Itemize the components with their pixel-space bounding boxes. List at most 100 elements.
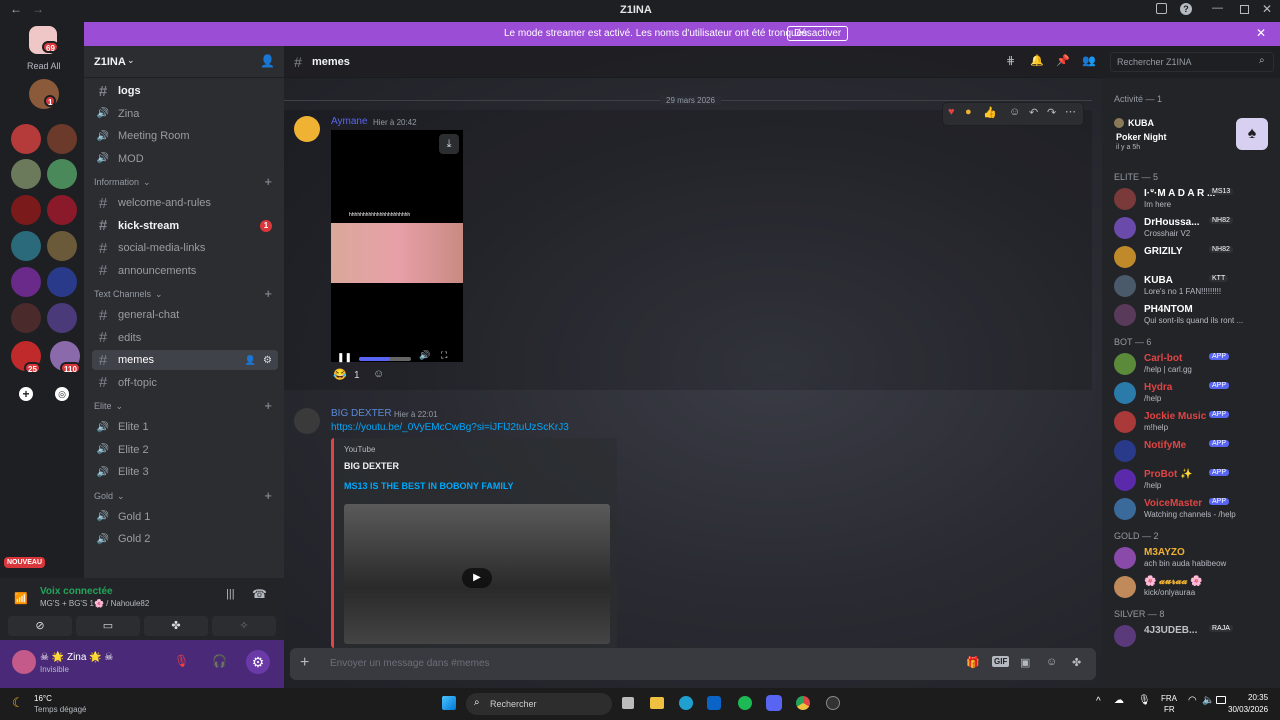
download-icon[interactable]: ⤓ <box>439 134 459 154</box>
outlook-icon[interactable] <box>707 696 721 710</box>
language-2[interactable]: FR <box>1164 705 1175 714</box>
add-member-icon[interactable]: 👤 <box>260 54 275 68</box>
read-all-label[interactable]: Read All <box>27 61 61 71</box>
add-reaction-icon[interactable]: ☺ <box>373 368 384 380</box>
battery-icon[interactable] <box>1216 696 1226 704</box>
video-progress[interactable] <box>359 357 411 361</box>
file-explorer-icon[interactable] <box>650 697 664 709</box>
author-avatar[interactable] <box>294 408 320 434</box>
gear-icon[interactable]: ⚙ <box>263 355 272 366</box>
back-arrow-icon[interactable]: ← <box>10 2 22 16</box>
channel-item[interactable]: # edits <box>92 328 278 348</box>
close-window-icon[interactable]: ✕ <box>1262 2 1272 16</box>
server-icon[interactable] <box>11 231 41 261</box>
channel-item[interactable]: # kick-stream 1 <box>92 216 278 236</box>
channel-item[interactable]: 🔊 Gold 2 <box>92 529 278 549</box>
help-icon[interactable]: ? <box>1180 3 1192 15</box>
server-icon[interactable] <box>11 303 41 333</box>
gif-icon[interactable]: GIF <box>992 656 1010 667</box>
member-item[interactable]: KUBA KTT Lore's no 1 FAN!!!!!!!!! <box>1114 273 1274 299</box>
windows-start-icon[interactable] <box>442 696 456 710</box>
chrome-icon[interactable] <box>796 696 810 710</box>
channel-item[interactable]: 🔊 Elite 3 <box>92 462 278 482</box>
deafen-icon[interactable]: 🎧 <box>212 654 227 668</box>
clock-time[interactable]: 20:35 <box>1248 693 1268 702</box>
clock-date[interactable]: 30/03/2026 <box>1228 705 1268 714</box>
channel-item[interactable]: # welcome-and-rules <box>92 193 278 213</box>
video-player[interactable]: ⤓ hhhhhhhhhhhhhhhhhhhhhh ❚❚ 🔊 ⛶ <box>331 130 463 362</box>
channel-item[interactable]: 🔊 Elite 2 <box>92 440 278 460</box>
channel-item[interactable]: # social-media-links <box>92 238 278 258</box>
channel-item[interactable]: 🔊 Zina <box>92 104 278 124</box>
more-icon[interactable]: ⋯ <box>1065 105 1076 118</box>
author-avatar[interactable] <box>294 116 320 142</box>
inbox-icon[interactable] <box>1156 3 1167 14</box>
disable-streamer-button[interactable]: Désactiver <box>787 26 849 41</box>
video-thumbnail[interactable]: ▶ <box>344 504 610 644</box>
server-icon[interactable] <box>47 231 77 261</box>
mute-icon[interactable]: 🎙 <box>174 654 189 668</box>
create-channel-icon[interactable]: + <box>264 174 272 189</box>
add-reaction-icon[interactable]: ☺ <box>1009 106 1020 118</box>
network-icon[interactable]: ☁ <box>1114 695 1124 706</box>
mic-tray-icon[interactable]: 🎙 <box>1138 695 1151 706</box>
upload-plus-icon[interactable]: + <box>300 654 309 672</box>
apps-icon[interactable]: ✤ <box>1072 656 1081 669</box>
server-icon[interactable] <box>47 159 77 189</box>
search-icon[interactable]: ⌕ <box>1259 55 1265 66</box>
settings-gear-icon[interactable]: ⚙ <box>246 650 270 674</box>
forward-arrow-icon[interactable]: → <box>32 2 44 16</box>
sticker-icon[interactable]: ▣ <box>1020 656 1030 669</box>
add-server-icon[interactable]: + <box>19 387 33 401</box>
activities-icon[interactable]: ✤ <box>144 616 208 636</box>
member-item[interactable]: M3AYZO ach bin auda habibeow <box>1114 545 1274 571</box>
voice-channel[interactable]: MG'S + BG'S 1🌸 / Nahoule82 <box>40 599 149 608</box>
volume-tray-icon[interactable]: 🔈 <box>1202 695 1214 706</box>
channel-item[interactable]: # general-chat <box>92 305 278 325</box>
emoji-icon[interactable]: ☺ <box>1046 656 1057 668</box>
message-author[interactable]: Aymane <box>331 116 368 127</box>
member-item[interactable]: NotifyMe APP <box>1114 438 1274 464</box>
screen-share-icon[interactable]: ▭ <box>76 616 140 636</box>
fullscreen-icon[interactable]: ⛶ <box>441 350 447 361</box>
channel-category[interactable]: Elite ⌄ <box>94 401 123 412</box>
member-item[interactable]: I·ᐡ·M A D A R ... MS13 Im here <box>1114 186 1274 212</box>
maximize-icon[interactable] <box>1240 5 1249 14</box>
search-input[interactable]: Rechercher Z1INA ⌕ <box>1110 52 1274 72</box>
channel-category[interactable]: Gold ⌄ <box>94 491 125 502</box>
language-1[interactable]: FRA <box>1161 694 1177 703</box>
emoji-reaction-icon[interactable]: ● <box>965 106 972 118</box>
member-item[interactable]: DrHoussa... NH82 Crosshair V2 <box>1114 215 1274 241</box>
disconnect-icon[interactable]: ☎ <box>252 587 267 601</box>
message-link[interactable]: https://youtu.be/_0VyEMcCwBg?si=iJFlJ2tu… <box>331 422 569 433</box>
spotify-icon[interactable] <box>738 696 752 710</box>
server-icon[interactable] <box>11 195 41 225</box>
channel-item[interactable]: 🔊 MOD <box>92 149 278 169</box>
channel-item[interactable]: # memes 👤 ⚙ <box>92 350 278 370</box>
server-icon[interactable] <box>47 124 77 154</box>
member-item[interactable]: Hydra APP/help <box>1114 380 1274 406</box>
member-item[interactable]: VoiceMaster APP Watching channels - /help <box>1114 496 1274 522</box>
user-name[interactable]: ☠ 🌟 Zina 🌟 ☠ <box>40 652 113 663</box>
user-avatar[interactable] <box>12 650 36 674</box>
pause-icon[interactable]: ❚❚ <box>337 352 352 363</box>
heart-reaction-icon[interactable]: ♥ <box>948 106 955 118</box>
minimize-icon[interactable]: — <box>1212 2 1223 14</box>
wifi-icon[interactable]: ◠ <box>1188 695 1197 706</box>
task-view-icon[interactable] <box>622 697 634 709</box>
camera-off-icon[interactable]: ⊘ <box>8 616 72 636</box>
reply-icon[interactable]: ↶ <box>1029 106 1038 119</box>
member-item[interactable]: PH4NTOM Qui sont-ils quand ils ront ... <box>1114 302 1274 328</box>
invite-icon[interactable]: 👤 <box>245 355 256 366</box>
channel-item[interactable]: # logs <box>92 81 278 101</box>
channel-category[interactable]: Information ⌄ <box>94 177 151 188</box>
message-author[interactable]: BIG DEXTER <box>331 408 392 419</box>
create-channel-icon[interactable]: + <box>264 488 272 503</box>
play-icon[interactable]: ▶ <box>462 568 492 588</box>
volume-icon[interactable]: 🔊 <box>419 350 430 361</box>
message-composer[interactable]: + Envoyer un message dans #memes 🎁 GIF ▣… <box>290 648 1096 680</box>
reaction-emoji[interactable]: 😂 <box>333 368 347 381</box>
pin-icon[interactable]: 📌 <box>1056 54 1070 67</box>
server-icon[interactable] <box>47 195 77 225</box>
discover-icon[interactable]: ◎ <box>55 387 69 401</box>
